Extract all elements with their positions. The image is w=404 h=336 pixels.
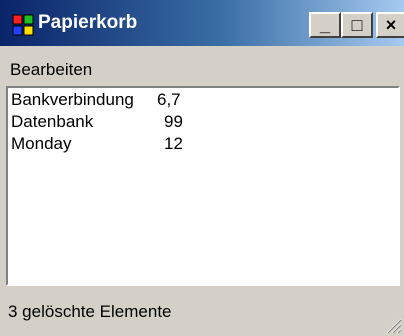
menu-bar: Bearbeiten [0,56,404,82]
title-bar[interactable]: Papierkorb _ □ × [0,0,404,46]
resize-grip-icon[interactable] [384,316,402,334]
list-item-name: Monday [11,134,72,153]
list-item-value: 99 [164,112,183,131]
list-item[interactable]: Datenbank 99 [11,112,183,136]
close-button[interactable]: × [376,12,404,38]
list-item-value: 6,7 [157,90,181,109]
list-item-name: Bankverbindung [11,90,134,109]
status-text: 3 gelöschte Elemente [8,302,172,321]
minimize-button[interactable]: _ [309,12,341,38]
list-box[interactable]: Bankverbindung 6,7 Datenbank 99 Monday 1… [6,86,400,286]
window-title: Papierkorb [38,12,138,33]
app-icon [12,14,34,36]
list-item[interactable]: Bankverbindung 6,7 [11,90,181,114]
list-item-name: Datenbank [11,112,94,131]
menu-item-bearbeiten[interactable]: Bearbeiten [10,60,92,80]
status-bar: 3 gelöschte Elemente [0,294,404,336]
window: Papierkorb _ □ × Bearbeiten Bankverbindu… [0,0,404,336]
list-item-value: 12 [164,134,183,153]
maximize-button[interactable]: □ [341,12,373,38]
list-item[interactable]: Monday 12 [11,134,183,158]
